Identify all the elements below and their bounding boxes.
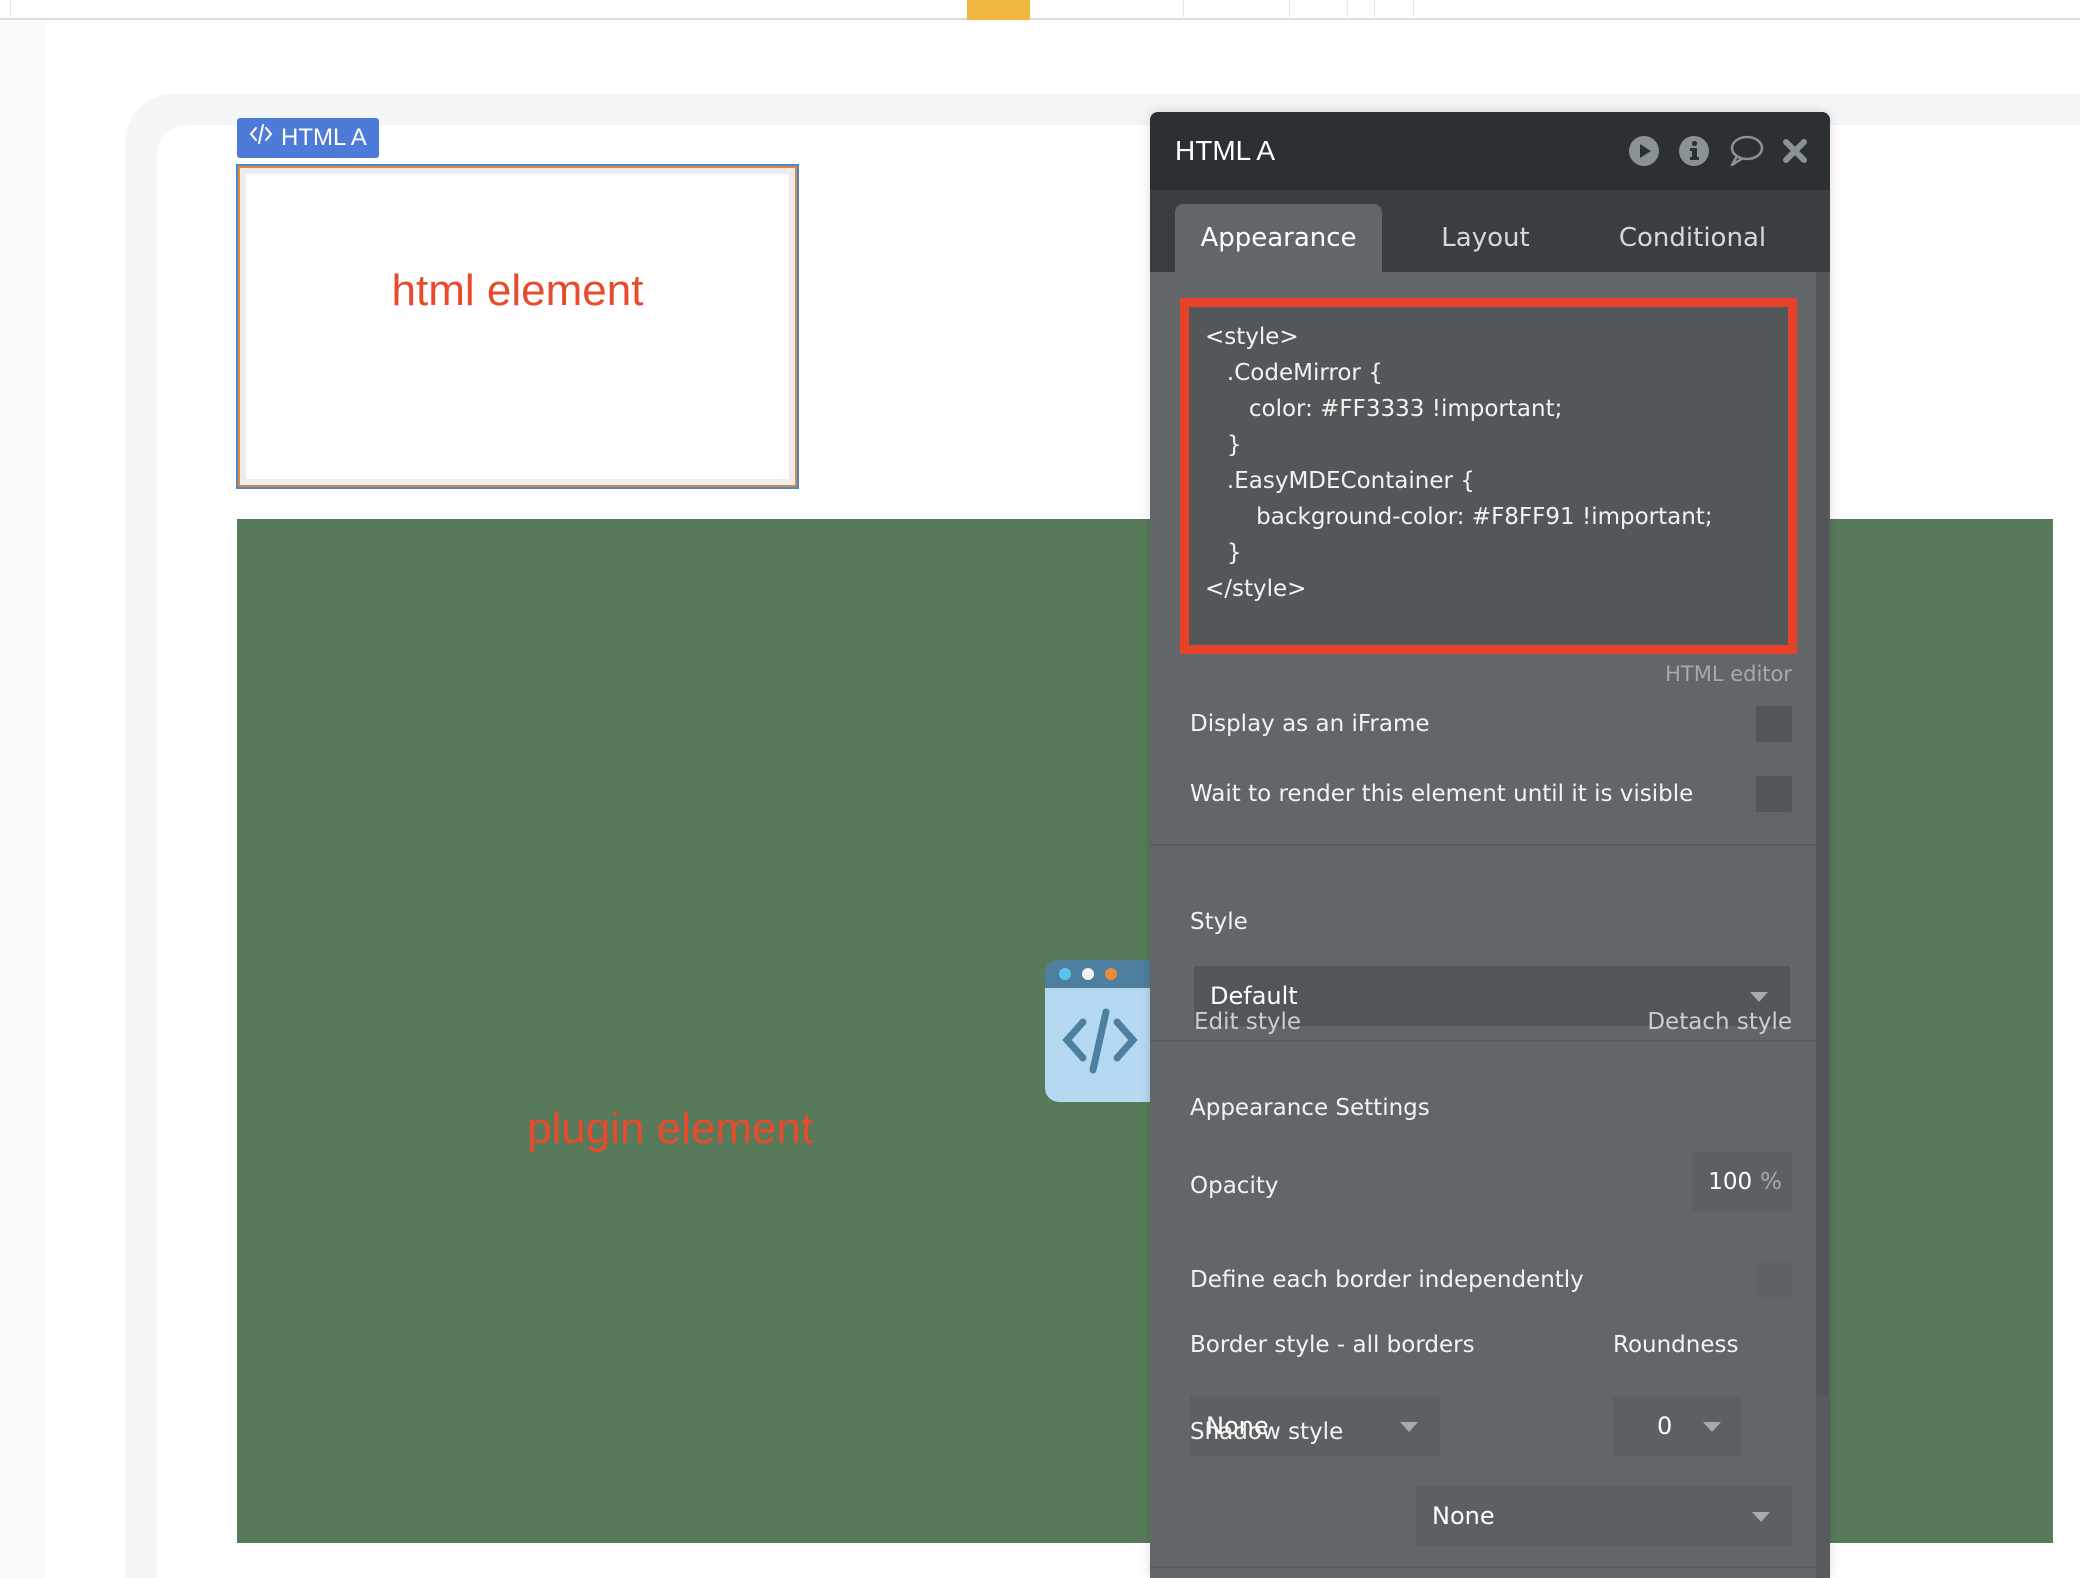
html-editor-label: HTML editor (1665, 662, 1792, 686)
toolbar-divider (1347, 0, 1348, 20)
tab-conditional[interactable]: Conditional (1589, 204, 1796, 272)
panel-scrollbar[interactable] (1816, 272, 1830, 1578)
shadow-style-label: Shadow style (1190, 1419, 1344, 1445)
opacity-input[interactable]: 100 % (1692, 1152, 1792, 1212)
tab-appearance[interactable]: Appearance (1175, 204, 1382, 272)
toolbar-divider (10, 0, 11, 20)
info-icon[interactable] (1678, 135, 1710, 167)
plugin-element-text: plugin element (527, 1104, 814, 1153)
roundness-value: 0 (1657, 1412, 1673, 1440)
border-style-label: Border style - all borders (1190, 1332, 1475, 1358)
property-editor-panel: HTML A Appearance Layout Conditional <st… (1150, 112, 1830, 1578)
opacity-value: 100 (1708, 1169, 1753, 1195)
comment-icon[interactable] (1728, 135, 1764, 167)
panel-header: HTML A (1150, 112, 1830, 190)
code-line: } (1205, 540, 1242, 566)
define-borders-checkbox[interactable] (1756, 1262, 1792, 1298)
section-divider (1150, 1040, 1816, 1042)
display-iframe-row: Display as an iFrame (1190, 706, 1792, 742)
left-sidebar-edge (0, 22, 45, 1578)
section-divider (1150, 1566, 1816, 1568)
toolbar-highlight-button[interactable] (967, 0, 1030, 20)
roundness-label: Roundness (1613, 1332, 1739, 1358)
chevron-down-icon (1703, 1422, 1721, 1432)
chevron-down-icon (1750, 992, 1768, 1002)
html-element-content: html element (246, 174, 789, 479)
panel-body: <style> .CodeMirror { color: #FF3333 !im… (1150, 272, 1830, 1578)
shadow-style-value: None (1432, 1502, 1495, 1530)
opacity-label: Opacity (1190, 1173, 1279, 1199)
chevron-down-icon (1752, 1512, 1770, 1522)
code-brackets-icon (249, 118, 273, 158)
style-dropdown-value: Default (1210, 982, 1298, 1010)
code-line: .CodeMirror { (1205, 360, 1383, 386)
html-element-frame: html element (238, 166, 797, 487)
code-line: } (1205, 432, 1242, 458)
toolbar-divider (1289, 0, 1290, 20)
top-toolbar (0, 0, 2080, 20)
code-line: <style> (1205, 324, 1299, 350)
chevron-down-icon (1400, 1422, 1418, 1432)
shadow-style-dropdown[interactable]: None (1416, 1486, 1792, 1546)
style-label: Style (1190, 909, 1248, 935)
panel-tabs: Appearance Layout Conditional (1150, 190, 1830, 272)
element-name-tag[interactable]: HTML A (237, 118, 379, 158)
toolbar-divider (1374, 0, 1375, 20)
appearance-settings-heading: Appearance Settings (1190, 1095, 1430, 1121)
edit-style-link[interactable]: Edit style (1194, 1009, 1301, 1035)
wait-render-label: Wait to render this element until it is … (1190, 781, 1694, 807)
code-window-icon (1045, 960, 1175, 1102)
panel-title: HTML A (1175, 135, 1276, 166)
define-borders-row: Define each border independently (1190, 1262, 1792, 1298)
code-line: .EasyMDEContainer { (1205, 468, 1475, 494)
html-element-text: html element (391, 266, 644, 315)
wait-render-checkbox[interactable] (1756, 776, 1792, 812)
opacity-unit: % (1760, 1169, 1782, 1195)
display-iframe-checkbox[interactable] (1756, 706, 1792, 742)
html-editor-input[interactable]: <style> .CodeMirror { color: #FF3333 !im… (1180, 298, 1797, 654)
code-line: </style> (1205, 576, 1307, 602)
html-element[interactable]: html element (236, 164, 799, 489)
toolbar-divider (1183, 0, 1184, 20)
play-icon[interactable] (1628, 135, 1660, 167)
toolbar-divider (1413, 0, 1414, 20)
tab-layout[interactable]: Layout (1382, 204, 1589, 272)
element-name-tag-text: HTML A (281, 124, 367, 151)
code-line: background-color: #F8FF91 !important; (1205, 504, 1713, 530)
display-iframe-label: Display as an iFrame (1190, 711, 1430, 737)
panel-scrollbar-thumb[interactable] (1816, 272, 1828, 1397)
roundness-dropdown[interactable]: 0 (1613, 1396, 1741, 1456)
wait-render-row: Wait to render this element until it is … (1190, 776, 1792, 812)
section-divider (1150, 844, 1816, 846)
define-borders-label: Define each border independently (1190, 1267, 1584, 1293)
detach-style-link[interactable]: Detach style (1647, 1009, 1792, 1035)
code-line: color: #FF3333 !important; (1205, 396, 1563, 422)
close-icon[interactable] (1782, 138, 1808, 164)
